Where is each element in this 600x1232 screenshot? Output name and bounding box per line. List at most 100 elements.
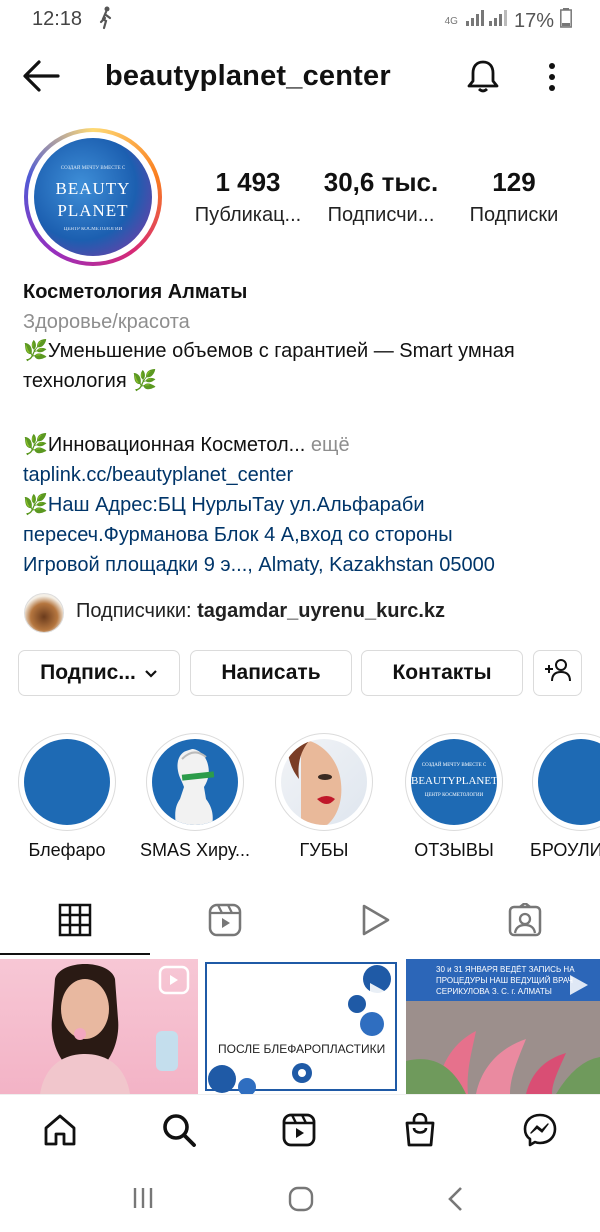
stat-followers[interactable]: 30,6 тыс. Подписчи... (316, 167, 446, 227)
highlight-lips[interactable] (275, 733, 373, 831)
highlight-image-top: СОЗДАЙ МЕЧТУ ВМЕСТЕ С (421, 763, 487, 768)
grid-post-2[interactable]: ПОСЛЕ БЛЕФАРОПЛАСТИКИ (202, 959, 400, 1094)
profile-username: beautyplanet_center (105, 60, 391, 92)
follow-button-label: Подпис... (40, 661, 136, 684)
status-time: 12:18 (32, 8, 83, 30)
reels-nav-icon[interactable] (282, 1113, 316, 1152)
highlight-label: SMAS Хиру... (139, 840, 251, 860)
highlight-image (281, 739, 367, 825)
stat-posts-label: Публикац... (194, 204, 302, 226)
avatar[interactable]: СОЗДАЙ МЕЧТУ ВМЕСТЕ С BEAUTY PLANET ЦЕНТ… (24, 128, 162, 266)
message-button[interactable]: Написать (190, 650, 352, 696)
profile-name: Косметология Алматы (23, 281, 248, 303)
follower-avatar[interactable] (24, 593, 64, 633)
battery-percent: 17% (513, 9, 554, 32)
add-user-icon (543, 657, 573, 689)
highlight-label: Блефаро (28, 840, 106, 860)
follow-button[interactable]: Подпис... (18, 650, 180, 696)
tab-grid[interactable] (58, 903, 92, 942)
grid-post-3[interactable]: 30 и 31 ЯНВАРЯ ВЕДЁТ ЗАПИСЬ НА ПРОЦЕДУРЫ… (406, 959, 600, 1094)
bio-line-1: 🌿Уменьшение объемов с гарантией — Smart … (23, 340, 515, 362)
notification-bell-icon[interactable] (466, 58, 500, 99)
avatar-image: СОЗДАЙ МЕЧТУ ВМЕСТЕ С BEAUTY PLANET ЦЕНТ… (34, 138, 152, 256)
contacts-button[interactable]: Контакты (361, 650, 523, 696)
highlight-label: ОТЗЫВЫ (414, 840, 494, 860)
signal-icon (464, 9, 508, 33)
followed-by[interactable]: Подписчики: tagamdar_uyrenu_kurc.kz (76, 600, 445, 623)
highlight-image: СОЗДАЙ МЕЧТУ ВМЕСТЕ С BEAUTYPLANET ЦЕНТР… (411, 739, 497, 825)
highlight-image (538, 739, 600, 825)
stat-following[interactable]: 129 Подписки (456, 167, 572, 227)
highlight-image (152, 739, 238, 825)
highlight-image-bottom: ЦЕНТР КОСМЕТОЛОГИИ (424, 793, 484, 798)
highlight-reviews[interactable]: СОЗДАЙ МЕЧТУ ВМЕСТЕ С BEAUTYPLANET ЦЕНТР… (405, 733, 503, 831)
reels-icon (208, 903, 242, 937)
followed-by-account: tagamdar_uyrenu_kurc.kz (197, 600, 446, 622)
avatar-line1: BEAUTY (55, 179, 131, 198)
tab-active-indicator (0, 953, 150, 955)
stat-following-label: Подписки (469, 204, 559, 226)
bio-line-3-text: 🌿Инновационная Косметол... (23, 434, 306, 456)
status-bar: 12:18 4G 17% (0, 0, 600, 38)
statue-icon (175, 749, 215, 825)
grid-icon (58, 903, 92, 937)
post-3-line-2: ПРОЦЕДУРЫ НАШ ВЕДУЩИЙ ВРАЧ (436, 976, 573, 985)
back-icon[interactable] (22, 58, 60, 99)
address-line-2[interactable]: пересеч.Фурманова Блок 4 А,вход со сторо… (23, 520, 453, 550)
shop-icon[interactable] (403, 1112, 437, 1152)
address-line-3[interactable]: Игровой площадки 9 э..., Almaty, Kazakhs… (23, 550, 495, 580)
highlight-brow[interactable] (532, 733, 600, 831)
highlight-label: ГУБЫ (299, 840, 349, 860)
tab-tagged[interactable] (508, 901, 542, 942)
post-image (40, 964, 190, 1094)
address-line-1[interactable]: 🌿Наш Адрес:БЦ НурлыТау ул.Альфараби (23, 490, 425, 520)
stat-followers-label: Подписчи... (327, 204, 435, 226)
stat-following-value: 129 (492, 167, 536, 197)
avatar-bottom-text: ЦЕНТР КОСМЕТОЛОГИИ (63, 227, 123, 232)
post-3-line-1: 30 и 31 ЯНВАРЯ ВЕДЁТ ЗАПИСЬ НА (436, 965, 575, 974)
back-button-icon[interactable] (446, 1186, 466, 1217)
contacts-button-label: Контакты (392, 661, 492, 684)
bio-line-2: технология 🌿 (23, 370, 158, 392)
stat-followers-value: 30,6 тыс. (323, 167, 439, 197)
highlight-image-text: BEAUTYPLANET (411, 775, 497, 787)
grid-post-1[interactable] (0, 959, 198, 1094)
bottom-nav (0, 1094, 600, 1165)
bio-line-3: 🌿Инновационная Косметол... ещё (23, 430, 350, 460)
network-type: 4G (444, 15, 458, 27)
post-image (406, 1001, 600, 1094)
message-button-label: Написать (221, 661, 321, 684)
chevron-down-icon (144, 661, 158, 685)
search-icon[interactable] (162, 1113, 196, 1152)
status-right: 4G 17% (445, 8, 572, 34)
website-link[interactable]: taplink.cc/beautyplanet_center (23, 460, 293, 490)
bio-more-link[interactable]: ещё (311, 434, 350, 456)
tagged-icon (508, 901, 542, 937)
post-3-line-3: СЕРИКУЛОВА З. С. г. АЛМАТЫ (436, 987, 552, 996)
battery-icon (560, 8, 572, 34)
followed-by-prefix: Подписчики: (76, 600, 192, 622)
video-play-icon (570, 975, 588, 995)
walking-icon (96, 6, 116, 36)
messenger-icon[interactable] (523, 1113, 557, 1152)
highlight-blefaro[interactable] (18, 733, 116, 831)
tab-reels[interactable] (208, 903, 242, 942)
highlight-smas[interactable] (146, 733, 244, 831)
tab-video[interactable] (358, 903, 392, 942)
face-icon (287, 739, 342, 825)
recent-apps-icon[interactable] (131, 1186, 155, 1215)
stat-posts[interactable]: 1 493 Публикац... (186, 167, 310, 227)
system-nav-bar (0, 1164, 600, 1232)
more-options-icon[interactable] (545, 62, 559, 97)
highlight-image (24, 739, 110, 825)
home-icon[interactable] (43, 1113, 77, 1152)
play-icon (362, 904, 390, 936)
avatar-line2: PLANET (57, 201, 129, 220)
home-button-icon[interactable] (288, 1186, 314, 1217)
add-user-button[interactable] (533, 650, 582, 696)
avatar-top-text: СОЗДАЙ МЕЧТУ ВМЕСТЕ С (60, 166, 126, 171)
post-image (205, 962, 397, 1094)
highlight-label: БРОУЛИ (530, 840, 600, 860)
post-2-caption: ПОСЛЕ БЛЕФАРОПЛАСТИКИ (218, 1042, 386, 1056)
profile-category: Здоровье/красота (23, 311, 190, 333)
